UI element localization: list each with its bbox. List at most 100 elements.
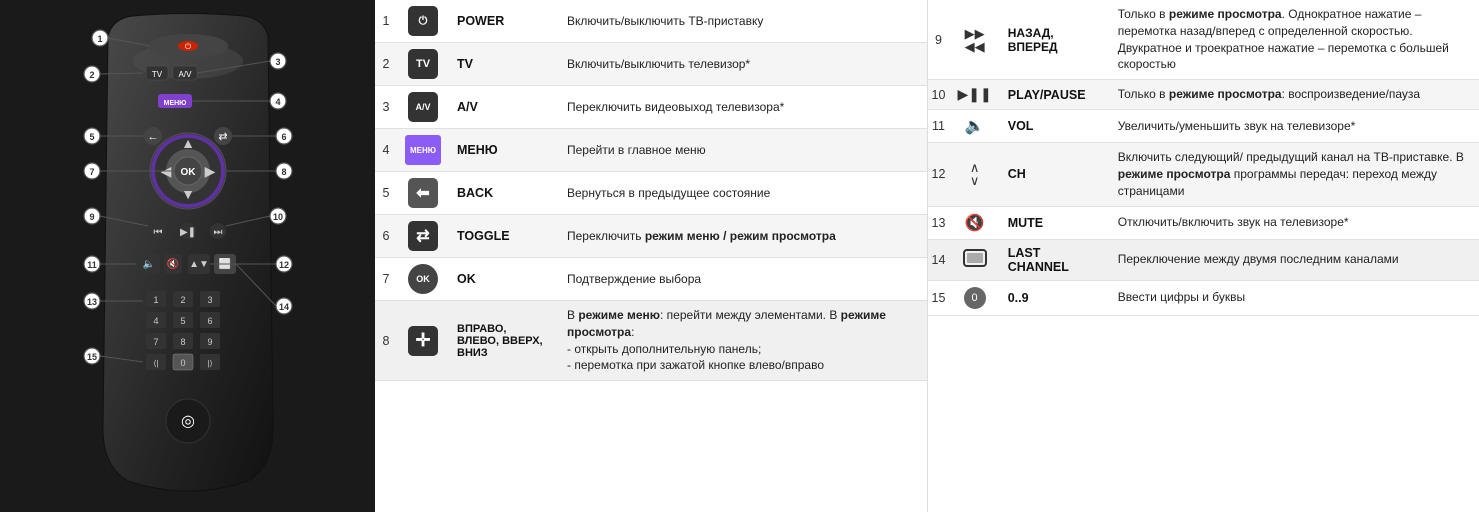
button-desc: Включить следующий/ предыдущий канал на …	[1110, 143, 1479, 206]
button-name: ВПРАВО, ВЛЕВО, ВВЕРХ, ВНИЗ	[449, 301, 559, 381]
svg-text:12: 12	[278, 260, 288, 270]
svg-text:1: 1	[153, 295, 158, 305]
svg-text:4: 4	[153, 316, 158, 326]
button-name: OK	[449, 258, 559, 301]
button-icon-cell: 0	[950, 280, 1000, 315]
table-row: 11 🔈 VOL Увеличить/уменьшить звук на тел…	[928, 110, 1479, 143]
menu-icon: МЕНЮ	[405, 135, 441, 165]
row-number: 8	[375, 301, 397, 381]
button-desc: Увеличить/уменьшить звук на телевизоре*	[1110, 110, 1479, 143]
row-number: 13	[928, 206, 950, 239]
svg-text:9: 9	[89, 212, 94, 222]
tv-icon: TV	[408, 49, 438, 79]
remote-control-area: ⏻ TV A/V МЕНЮ ← ⇄ ▲ ▼ ◀ ▶	[0, 0, 375, 512]
svg-text:4: 4	[275, 97, 280, 107]
svg-text:5: 5	[180, 316, 185, 326]
row-number: 5	[375, 172, 397, 215]
svg-text:⇄: ⇄	[218, 131, 227, 143]
table-row: 7 OK OK Подтверждение выбора	[375, 258, 927, 301]
rew-icon: ◀◀	[965, 40, 985, 53]
svg-text:▲▼: ▲▼	[189, 259, 209, 270]
svg-text:МЕНЮ: МЕНЮ	[163, 100, 186, 107]
row-number: 4	[375, 129, 397, 172]
zero-num-icon: 0	[964, 287, 986, 309]
button-name: BACK	[449, 172, 559, 215]
svg-text:14: 14	[278, 302, 288, 312]
row-number: 3	[375, 86, 397, 129]
svg-text:5: 5	[89, 132, 94, 142]
last-channel-icon	[962, 248, 988, 268]
button-desc: Подтверждение выбора	[559, 258, 927, 301]
svg-text:6: 6	[281, 132, 286, 142]
table-row: 1 ⏻ POWER Включить/выключить ТВ-приставк…	[375, 0, 927, 43]
svg-text:3: 3	[207, 295, 212, 305]
button-icon-cell: ▶▶ ◀◀	[950, 0, 1000, 80]
svg-text:⏮: ⏮	[153, 227, 162, 238]
svg-text:🔇: 🔇	[166, 257, 178, 270]
svg-text:←: ←	[147, 131, 158, 143]
table-row: 12 ∧ ∨ CH Включить следующий/ предыдущий…	[928, 143, 1479, 206]
svg-text:15: 15	[86, 352, 96, 362]
button-icon-cell: ▶❚❚	[950, 80, 1000, 110]
svg-text:3: 3	[275, 57, 280, 67]
playpause-icon: ▶❚❚	[958, 86, 992, 102]
row-number: 14	[928, 239, 950, 280]
mute-icon: 🔇	[965, 215, 985, 232]
ok-icon: OK	[408, 264, 438, 294]
svg-text:9: 9	[207, 337, 212, 347]
button-icon-cell: ✛	[397, 301, 449, 381]
ff-icon: ▶▶	[965, 27, 985, 40]
table-row: 15 0 0..9 Ввести цифры и буквы	[928, 280, 1479, 315]
table-row: 14 LAST CHANNEL Переключение между двумя…	[928, 239, 1479, 280]
vol-icon: 🔈	[965, 118, 985, 135]
svg-text:0: 0	[180, 358, 185, 368]
row-number: 15	[928, 280, 950, 315]
button-desc: Вернуться в предыдущее состояние	[559, 172, 927, 215]
svg-text:2: 2	[89, 70, 94, 80]
arrow-icon: ✛	[408, 326, 438, 356]
button-icon-cell	[950, 239, 1000, 280]
button-name: НАЗАД, ВПЕРЕД	[1000, 0, 1110, 80]
row-number: 9	[928, 0, 950, 80]
button-icon-cell: TV	[397, 43, 449, 86]
button-name: TV	[449, 43, 559, 86]
svg-text:◎: ◎	[181, 413, 195, 430]
button-desc: Только в режиме просмотра: воспроизведен…	[1110, 80, 1479, 110]
toggle-icon: ⇄	[408, 221, 438, 251]
svg-text:▲: ▲	[181, 135, 195, 151]
svg-text:7: 7	[153, 337, 158, 347]
svg-text:⏭: ⏭	[213, 227, 222, 238]
table-row: 4 МЕНЮ МЕНЮ Перейти в главное меню	[375, 129, 927, 172]
svg-text:▶: ▶	[204, 163, 215, 179]
button-desc: Только в режиме просмотра. Однократное н…	[1110, 0, 1479, 80]
table-row: 6 ⇄ TOGGLE Переключить режим меню / режи…	[375, 215, 927, 258]
button-desc: Переключить режим меню / режим просмотра	[559, 215, 927, 258]
svg-text:OK: OK	[180, 167, 196, 178]
button-desc: Ввести цифры и буквы	[1110, 280, 1479, 315]
button-name: TOGGLE	[449, 215, 559, 258]
svg-text:13: 13	[86, 297, 96, 307]
button-name: МЕНЮ	[449, 129, 559, 172]
svg-text:7: 7	[89, 167, 94, 177]
table-row: 2 TV TV Включить/выключить телевизор*	[375, 43, 927, 86]
button-icon-cell: OK	[397, 258, 449, 301]
row-number: 10	[928, 80, 950, 110]
row-number: 6	[375, 215, 397, 258]
table-row: 13 🔇 MUTE Отключить/включить звук на тел…	[928, 206, 1479, 239]
button-desc: Отключить/включить звук на телевизоре*	[1110, 206, 1479, 239]
button-icon-cell: ∧ ∨	[950, 143, 1000, 206]
row-number: 11	[928, 110, 950, 143]
svg-text:▼: ▼	[181, 186, 195, 202]
button-icon-cell: ⇄	[397, 215, 449, 258]
svg-text:11: 11	[87, 260, 97, 270]
button-name: LAST CHANNEL	[1000, 239, 1110, 280]
button-icon-cell: 🔈	[950, 110, 1000, 143]
left-info-table: 1 ⏻ POWER Включить/выключить ТВ-приставк…	[375, 0, 928, 512]
table-row: 9 ▶▶ ◀◀ НАЗАД, ВПЕРЕД Только в режиме пр…	[928, 0, 1479, 80]
svg-text:8: 8	[180, 337, 185, 347]
svg-text:|⟩: |⟩	[207, 359, 212, 368]
button-icon-cell: 🔇	[950, 206, 1000, 239]
ch-down-icon: ∨	[970, 174, 980, 187]
remote-svg: ⏻ TV A/V МЕНЮ ← ⇄ ▲ ▼ ◀ ▶	[78, 6, 298, 506]
button-desc: Переключение между двумя последним канал…	[1110, 239, 1479, 280]
